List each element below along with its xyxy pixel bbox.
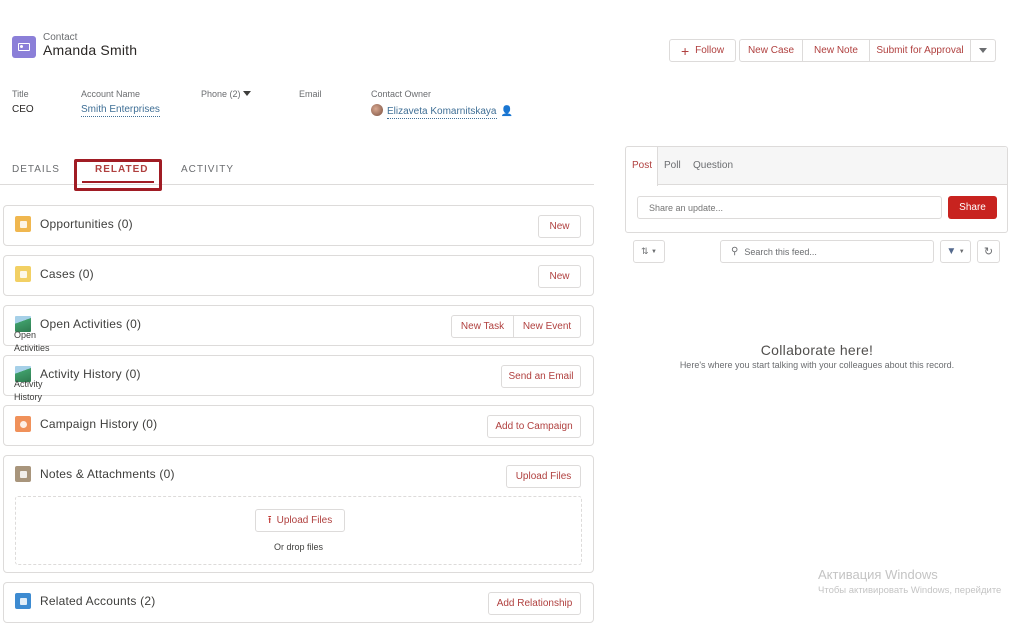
field-account-name: Account Name Smith Enterprises bbox=[81, 89, 160, 117]
record-name: Amanda Smith bbox=[43, 42, 138, 58]
new-note-button[interactable]: New Note bbox=[803, 39, 870, 62]
related-list-related-accounts: Related Accounts (2) Add Relationship bbox=[3, 582, 594, 623]
related-list-notes-attachments: Notes & Attachments (0) Upload Files ⭱ U… bbox=[3, 455, 594, 573]
tab-activity[interactable]: ACTIVITY bbox=[181, 164, 234, 175]
related-list-opportunities: Opportunities (0) New bbox=[3, 205, 594, 246]
share-update-input[interactable] bbox=[637, 196, 942, 219]
filter-feed-button[interactable]: ▼ ▼ bbox=[940, 240, 971, 263]
card-title[interactable]: Open Activities (0) bbox=[40, 317, 141, 331]
case-briefcase-icon bbox=[15, 266, 31, 282]
upload-files-header-button[interactable]: Upload Files bbox=[506, 465, 581, 488]
search-feed-input[interactable]: ⚲ Search this feed... bbox=[720, 240, 934, 263]
sort-feed-button[interactable]: ⇅ ▼ bbox=[633, 240, 665, 263]
share-button[interactable]: Share bbox=[948, 196, 997, 219]
chevron-down-icon: ▼ bbox=[651, 248, 657, 255]
new-opportunity-button[interactable]: New bbox=[538, 215, 581, 238]
feed-empty-subtitle: Here's where you start talking with your… bbox=[679, 360, 955, 370]
follow-button[interactable]: + Follow bbox=[669, 39, 736, 62]
card-title[interactable]: Activity History (0) bbox=[40, 367, 141, 381]
chevron-down-icon: ▼ bbox=[958, 248, 965, 255]
plus-icon: + bbox=[680, 42, 690, 59]
action-button-group: New Case New Note Submit for Approval bbox=[739, 39, 996, 62]
field-contact-owner: Contact Owner Elizaveta Komarnitskaya 👤 bbox=[371, 89, 513, 119]
submit-for-approval-button[interactable]: Submit for Approval bbox=[870, 39, 971, 62]
feed-publisher: Post Poll Question Share bbox=[625, 146, 1008, 233]
contact-owner-link[interactable]: Elizaveta Komarnitskaya bbox=[387, 106, 497, 119]
search-icon: ⚲ bbox=[731, 246, 739, 257]
new-event-button[interactable]: New Event bbox=[514, 315, 581, 338]
refresh-icon: ↻ bbox=[983, 246, 994, 258]
card-title[interactable]: Cases (0) bbox=[40, 267, 94, 281]
card-title[interactable]: Related Accounts (2) bbox=[40, 594, 155, 608]
field-title: Title CEO bbox=[12, 89, 34, 115]
feed-empty-title: Collaborate here! bbox=[760, 342, 874, 358]
contact-card-icon bbox=[12, 36, 36, 58]
tab-question[interactable]: Question bbox=[693, 160, 733, 171]
owner-avatar bbox=[371, 104, 383, 116]
tab-details[interactable]: DETAILS bbox=[12, 164, 60, 175]
change-owner-icon[interactable]: 👤 bbox=[501, 106, 513, 117]
refresh-feed-button[interactable]: ↻ bbox=[977, 240, 1000, 263]
tab-poll[interactable]: Poll bbox=[664, 160, 681, 171]
new-case-button[interactable]: New Case bbox=[739, 39, 803, 62]
field-phone: Phone (2) bbox=[201, 89, 252, 99]
account-name-link[interactable]: Smith Enterprises bbox=[81, 104, 160, 117]
publisher-tabs: Post Poll Question bbox=[626, 147, 1007, 186]
file-dropzone[interactable]: ⭱ Upload Files Or drop files bbox=[15, 496, 582, 565]
new-task-button[interactable]: New Task bbox=[451, 315, 514, 338]
tab-post[interactable]: Post bbox=[632, 160, 652, 171]
related-list-campaign-history: Campaign History (0) Add to Campaign bbox=[3, 405, 594, 446]
notes-file-icon bbox=[15, 466, 31, 482]
related-list-cases: Cases (0) New bbox=[3, 255, 594, 296]
drop-files-text: Or drop files bbox=[273, 542, 324, 552]
windows-activation-subtitle: Чтобы активировать Windows, перейдите bbox=[818, 585, 1002, 596]
add-relationship-button[interactable]: Add Relationship bbox=[488, 592, 581, 615]
more-actions-button[interactable] bbox=[971, 39, 996, 62]
send-email-button[interactable]: Send an Email bbox=[501, 365, 581, 388]
title-value: CEO bbox=[12, 104, 34, 115]
image-alt-text: Activity History bbox=[14, 379, 43, 402]
sort-icon: ⇅ bbox=[640, 246, 649, 256]
phone-dropdown-icon[interactable] bbox=[243, 91, 252, 96]
filter-icon: ▼ bbox=[946, 246, 957, 257]
field-email: Email bbox=[299, 89, 322, 99]
opportunity-crown-icon bbox=[15, 216, 31, 232]
add-to-campaign-button[interactable]: Add to Campaign bbox=[487, 415, 581, 438]
card-title[interactable]: Campaign History (0) bbox=[40, 417, 157, 431]
new-case-related-button[interactable]: New bbox=[538, 265, 581, 288]
related-list-open-activities: Open Activities (0) New Task New Event bbox=[3, 305, 594, 346]
record-actions: + Follow New Case New Note Submit for Ap… bbox=[669, 39, 996, 62]
account-relationship-icon bbox=[15, 593, 31, 609]
card-title[interactable]: Notes & Attachments (0) bbox=[40, 467, 175, 481]
card-title[interactable]: Opportunities (0) bbox=[40, 217, 133, 231]
image-alt-text: Open Activities bbox=[14, 330, 50, 353]
related-tab-highlight-box bbox=[74, 159, 162, 191]
campaign-target-icon bbox=[15, 416, 31, 432]
upload-files-button[interactable]: ⭱ Upload Files bbox=[255, 509, 345, 532]
windows-activation-title: Активация Windows bbox=[818, 567, 938, 582]
upload-icon: ⭱ bbox=[267, 514, 272, 526]
chevron-down-icon bbox=[979, 48, 987, 53]
related-list-activity-history: Activity History (0) Send an Email bbox=[3, 355, 594, 396]
